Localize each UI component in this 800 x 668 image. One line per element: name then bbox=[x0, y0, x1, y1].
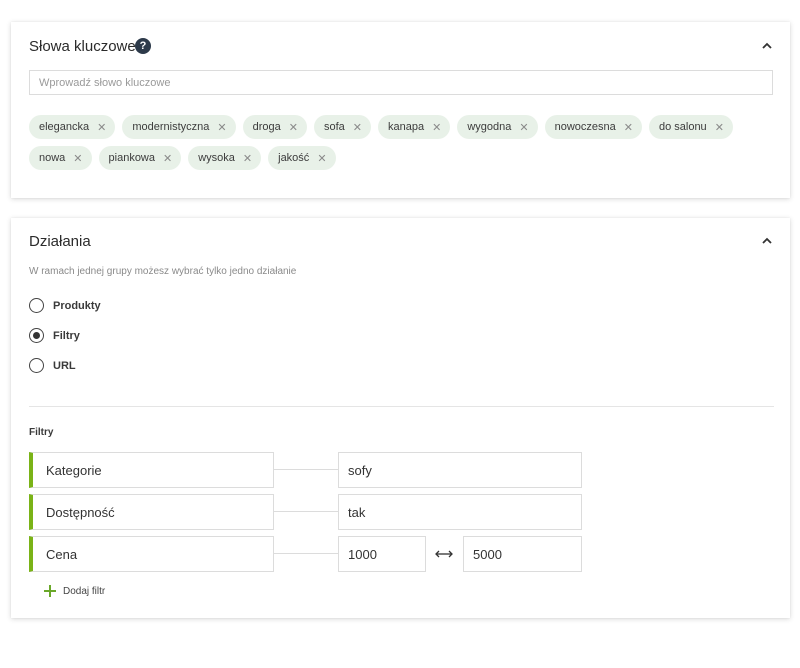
actions-hint: W ramach jednej grupy możesz wybrać tylk… bbox=[29, 266, 297, 277]
close-icon[interactable]: ✕ bbox=[715, 121, 724, 134]
close-icon[interactable]: ✕ bbox=[353, 121, 362, 134]
filter-row: Dostępność tak bbox=[29, 494, 589, 530]
tag-label: nowa bbox=[39, 152, 66, 164]
close-icon[interactable]: ✕ bbox=[217, 121, 226, 134]
keyword-tag: sofa ✕ bbox=[314, 115, 372, 139]
tag-label: kanapa bbox=[388, 121, 425, 133]
filter-min-field[interactable]: 1000 bbox=[338, 536, 426, 572]
filter-name-field[interactable]: Kategorie bbox=[29, 452, 274, 488]
plus-icon bbox=[44, 585, 56, 597]
close-icon[interactable]: ✕ bbox=[243, 152, 252, 165]
question-circle-icon[interactable]: ? bbox=[135, 38, 151, 54]
keyword-tag-list: elegancka ✕ modernistyczna ✕ droga ✕ sofa ✕ … bbox=[29, 115, 779, 170]
add-filter-label: Dodaj filtr bbox=[63, 585, 106, 597]
keyword-tag: nowa ✕ bbox=[29, 146, 92, 170]
keyword-tag: wygodna ✕ bbox=[457, 115, 538, 139]
close-icon[interactable]: ✕ bbox=[73, 152, 82, 165]
close-icon[interactable]: ✕ bbox=[289, 121, 298, 134]
keywords-title: Słowa kluczowe bbox=[29, 38, 136, 55]
radio-option-filtry[interactable]: Filtry bbox=[29, 328, 80, 343]
keywords-panel: Słowa kluczowe ? elegancka ✕ modernistycz… bbox=[11, 22, 790, 198]
filter-max-field[interactable]: 5000 bbox=[463, 536, 582, 572]
radio-button[interactable] bbox=[29, 358, 44, 373]
tag-label: modernistyczna bbox=[132, 121, 210, 133]
chevron-up-icon[interactable] bbox=[760, 234, 774, 248]
radio-button-selected[interactable] bbox=[29, 328, 44, 343]
tag-label: elegancka bbox=[39, 121, 90, 133]
filter-connector bbox=[274, 469, 338, 470]
tag-label: droga bbox=[252, 121, 281, 133]
radio-label: Filtry bbox=[53, 329, 80, 342]
tag-label: sofa bbox=[324, 121, 345, 133]
keyword-tag: kanapa ✕ bbox=[378, 115, 451, 139]
keyword-tag: nowoczesna ✕ bbox=[544, 115, 642, 139]
filter-row: Kategorie sofy bbox=[29, 452, 589, 488]
tag-label: jakość bbox=[278, 152, 310, 164]
keyword-tag: modernistyczna ✕ bbox=[122, 115, 236, 139]
add-filter-button[interactable]: Dodaj filtr bbox=[44, 585, 105, 597]
filters-heading: Filtry bbox=[29, 427, 54, 438]
close-icon[interactable]: ✕ bbox=[519, 121, 528, 134]
keyword-tag: do salonu ✕ bbox=[648, 115, 733, 139]
close-icon[interactable]: ✕ bbox=[97, 121, 106, 134]
close-icon[interactable]: ✕ bbox=[317, 152, 326, 165]
radio-label: Produkty bbox=[53, 299, 101, 312]
radio-option-produkty[interactable]: Produkty bbox=[29, 298, 101, 313]
chevron-up-icon[interactable] bbox=[760, 39, 774, 53]
filter-row: Cena 1000 5000 bbox=[29, 536, 589, 572]
divider bbox=[29, 406, 774, 407]
radio-label: URL bbox=[53, 359, 76, 372]
tag-label: wygodna bbox=[467, 121, 512, 133]
double-arrow-horizontal-icon bbox=[435, 550, 453, 558]
radio-option-url[interactable]: URL bbox=[29, 358, 76, 373]
actions-title: Działania bbox=[29, 233, 91, 250]
keyword-input[interactable] bbox=[29, 70, 773, 95]
tag-label: wysoka bbox=[198, 152, 235, 164]
tag-label: do salonu bbox=[658, 121, 707, 133]
filter-name-field[interactable]: Dostępność bbox=[29, 494, 274, 530]
keyword-tag: droga ✕ bbox=[242, 115, 307, 139]
keyword-tag: elegancka ✕ bbox=[29, 115, 116, 139]
filter-value-field[interactable]: sofy bbox=[338, 452, 582, 488]
keyword-tag: piankowa ✕ bbox=[98, 146, 182, 170]
tag-label: nowoczesna bbox=[554, 121, 616, 133]
filter-name-field[interactable]: Cena bbox=[29, 536, 274, 572]
radio-button[interactable] bbox=[29, 298, 44, 313]
close-icon[interactable]: ✕ bbox=[432, 121, 441, 134]
keyword-tag: wysoka ✕ bbox=[188, 146, 262, 170]
close-icon[interactable]: ✕ bbox=[624, 121, 633, 134]
filter-connector bbox=[274, 511, 338, 512]
actions-panel: Działania W ramach jednej grupy możesz w… bbox=[11, 218, 790, 618]
tag-label: piankowa bbox=[108, 152, 155, 164]
filter-value-field[interactable]: tak bbox=[338, 494, 582, 530]
close-icon[interactable]: ✕ bbox=[163, 152, 172, 165]
filter-connector bbox=[274, 553, 338, 554]
keyword-tag: jakość ✕ bbox=[268, 146, 336, 170]
